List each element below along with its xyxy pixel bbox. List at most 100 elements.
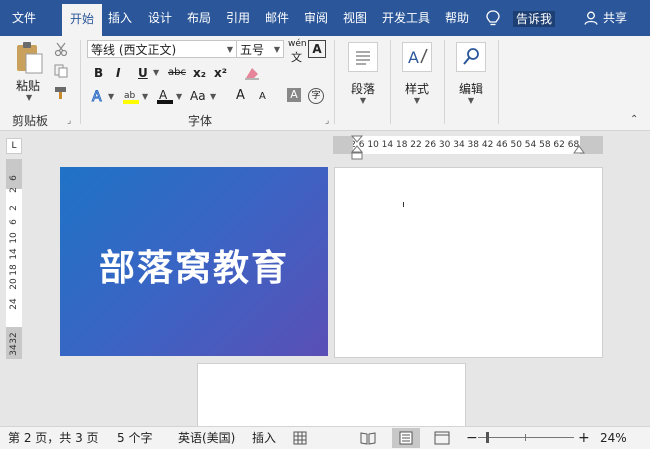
tab-review[interactable]: 审阅 (300, 0, 332, 36)
underline-dropdown[interactable]: ▼ (153, 68, 159, 77)
superscript-button[interactable]: x² (214, 66, 227, 80)
editing-button[interactable]: 编辑 ▼ (451, 40, 491, 110)
paste-dropdown-arrow[interactable]: ▼ (26, 93, 32, 102)
highlight-dropdown[interactable]: ▼ (142, 92, 148, 101)
bold-button[interactable]: B (94, 66, 103, 80)
font-launcher[interactable]: ⌟ (325, 116, 329, 126)
tab-design[interactable]: 设计 (144, 0, 176, 36)
web-layout-icon[interactable] (434, 431, 450, 445)
subscript-button[interactable]: x₂ (193, 66, 206, 80)
paragraph-icon (356, 51, 370, 65)
cut-icon[interactable] (54, 42, 68, 56)
page-3[interactable] (197, 363, 466, 435)
group-separator (498, 40, 499, 124)
font-size-dropdown[interactable]: ▼ (274, 41, 280, 59)
tab-references[interactable]: 引用 (222, 0, 254, 36)
character-border-button[interactable]: A (308, 40, 326, 58)
clipboard-launcher[interactable]: ⌟ (67, 116, 71, 126)
zoom-level[interactable]: 24% (600, 427, 627, 449)
font-name-value: 等线 (西文正文) (91, 43, 177, 57)
change-case-dropdown[interactable]: ▼ (210, 92, 216, 101)
tab-layout[interactable]: 布局 (183, 0, 215, 36)
vruler-tick: 24 (9, 298, 19, 310)
zoom-out-button[interactable]: − (466, 427, 478, 449)
vruler-tick: 2 (9, 187, 19, 193)
status-bar: 第 2 页，共 3 页 5 个字 英语(美国) 插入 − + 24% (0, 426, 650, 449)
svg-text:ab: ab (124, 91, 136, 101)
styles-button[interactable]: A 样式 ▼ (397, 40, 437, 110)
tab-developer[interactable]: 开发工具 (378, 0, 434, 36)
zoom-slider-thumb[interactable] (486, 432, 489, 443)
font-size-combo[interactable]: 五号 ▼ (236, 40, 284, 58)
font-name-combo[interactable]: 等线 (西文正文) ▼ (87, 40, 237, 58)
page-1-cover[interactable]: 部落窝教育 (60, 167, 328, 356)
zoom-in-button[interactable]: + (578, 427, 590, 449)
magnifier-icon (463, 48, 479, 65)
group-separator (444, 40, 445, 124)
clear-formatting-icon[interactable] (244, 66, 260, 80)
page-count[interactable]: 第 2 页，共 3 页 (8, 427, 99, 449)
vruler-tick: 10 (9, 232, 19, 244)
print-layout-icon[interactable] (399, 431, 413, 445)
editing-label: 编辑 (458, 82, 483, 96)
tab-file[interactable]: 文件 (6, 0, 42, 36)
font-color-dropdown[interactable]: ▼ (176, 92, 182, 101)
highlight-icon[interactable]: ab (122, 88, 140, 104)
svg-text:A: A (159, 88, 168, 102)
paste-icon[interactable] (14, 40, 44, 74)
read-mode-icon[interactable] (360, 431, 376, 445)
insert-mode[interactable]: 插入 (252, 427, 276, 449)
group-separator (390, 40, 391, 124)
character-shading-button[interactable]: A (287, 88, 301, 102)
change-case-button[interactable]: Aa (190, 89, 206, 103)
svg-text:A: A (408, 48, 419, 67)
right-indent-marker-icon[interactable] (573, 144, 585, 154)
word-count[interactable]: 5 个字 (117, 427, 152, 449)
collapse-ribbon-button[interactable]: ⌃ (630, 114, 638, 125)
styles-label: 样式 (404, 82, 429, 96)
tab-insert[interactable]: 插入 (104, 0, 136, 36)
tab-mailings[interactable]: 邮件 (261, 0, 293, 36)
ruler-left-margin (333, 136, 353, 154)
ribbon-tab-bar: 文件 开始 插入 设计 布局 引用 邮件 审阅 视图 开发工具 帮助 告诉我 共… (0, 0, 650, 36)
horizontal-ruler[interactable]: 6 2 2 6 10 14 18 22 26 30 34 38 42 46 50… (333, 136, 603, 154)
enclose-characters-button[interactable]: 字 (308, 88, 324, 104)
vruler-tick: 6 (9, 219, 19, 225)
zoom-slider-track[interactable] (478, 437, 574, 438)
phonetic-guide-button[interactable]: wén (288, 39, 307, 49)
ribbon-home: 粘贴 ▼ 剪贴板 ⌟ 等线 (西文正文) ▼ 五号 ▼ wén 文 A B I … (0, 36, 650, 131)
language-indicator[interactable]: 英语(美国) (178, 427, 235, 449)
share-button[interactable]: 共享 (600, 0, 630, 36)
lightbulb-icon (486, 10, 500, 26)
page-2[interactable] (334, 167, 603, 358)
grow-font-button[interactable]: A (236, 88, 245, 103)
font-color-icon[interactable]: A (156, 88, 174, 104)
vertical-ruler[interactable]: 6 2 2 6 10 14 18 20 24 32 34 (6, 159, 22, 359)
editing-dropdown-arrow: ▼ (467, 96, 475, 105)
indent-marker-icon[interactable] (351, 135, 363, 161)
strikethrough-button[interactable]: abc (168, 67, 186, 78)
vruler-tick: 34 (9, 344, 19, 356)
tab-home[interactable]: 开始 (62, 4, 102, 36)
format-painter-icon[interactable] (54, 86, 68, 100)
paragraph-icon-box (348, 42, 378, 72)
zoom-slider-center-tick (525, 434, 526, 441)
italic-button[interactable]: I (116, 66, 120, 80)
vruler-tick: 14 (9, 248, 19, 260)
paste-button[interactable]: 粘贴 (16, 77, 40, 94)
copy-icon[interactable] (54, 64, 68, 78)
text-effects-icon[interactable]: A (90, 88, 106, 105)
font-size-value: 五号 (240, 43, 265, 57)
text-effects-dropdown[interactable]: ▼ (108, 92, 114, 101)
tab-help[interactable]: 帮助 (441, 0, 473, 36)
tab-selector-button[interactable]: L (6, 138, 22, 154)
shrink-font-button[interactable]: A (259, 91, 266, 102)
underline-button[interactable]: U (138, 66, 148, 80)
phonetic-guide-char: 文 (291, 51, 302, 64)
macro-record-icon[interactable] (293, 431, 307, 445)
tell-me-search[interactable]: 告诉我 (513, 11, 556, 27)
tab-view[interactable]: 视图 (339, 0, 371, 36)
paragraph-button[interactable]: 段落 ▼ (343, 40, 383, 110)
font-name-dropdown[interactable]: ▼ (227, 41, 233, 59)
styles-icon: A (408, 48, 428, 67)
